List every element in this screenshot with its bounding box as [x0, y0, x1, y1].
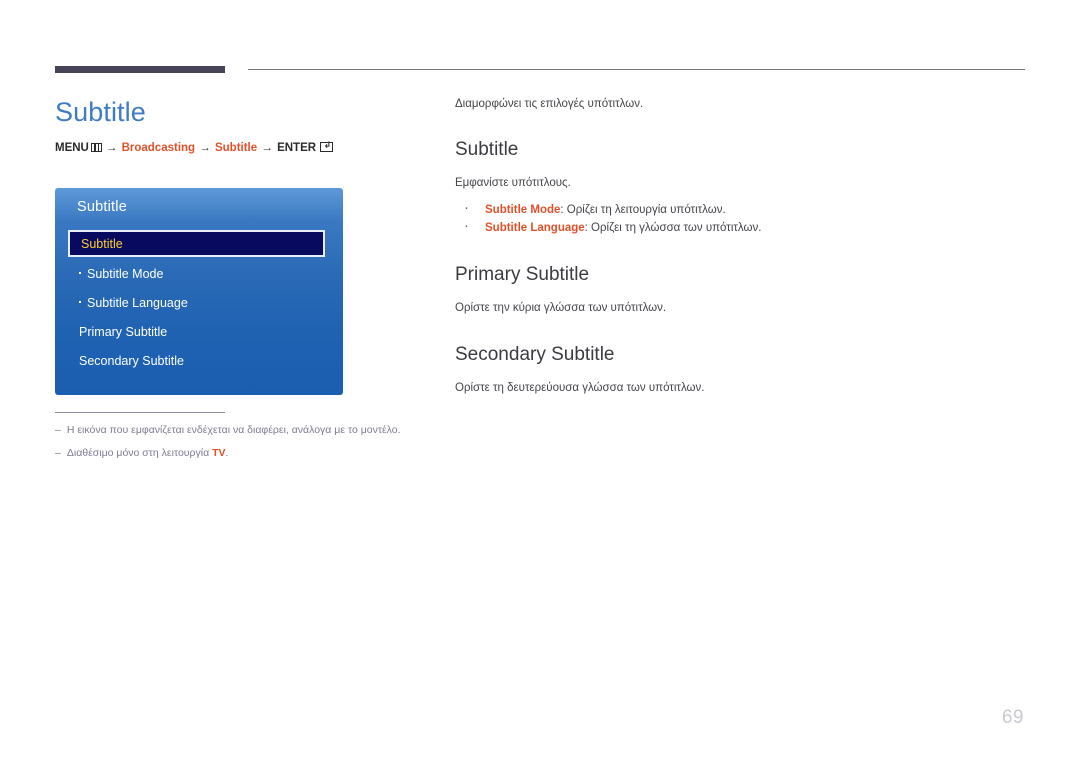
note-item: – Διαθέσιμο μόνο στη λειτουργία TV. — [55, 445, 455, 461]
menu-grid-icon — [90, 143, 102, 152]
menu-path-item-broadcasting: Broadcasting — [121, 142, 196, 154]
header-rule-thick — [55, 66, 225, 73]
bullet-item: Subtitle Mode: Ορίζει τη λειτουργία υπότ… — [455, 199, 1030, 219]
right-column: Διαμορφώνει τις επιλογές υπότιτλων. Subt… — [455, 96, 1030, 397]
osd-bullet-dot — [79, 301, 81, 303]
menu-path-arrow-1: → — [105, 142, 118, 154]
page-number: 69 — [1001, 707, 1024, 728]
note-highlight-tv: TV — [212, 447, 226, 459]
left-column: Subtitle MENU → Broadcasting → Subtitle →… — [55, 96, 415, 155]
intro-paragraph: Διαμορφώνει τις επιλογές υπότιτλων. — [455, 98, 644, 110]
note-text: Η εικόνα που εμφανίζεται ενδέχεται να δι… — [66, 424, 401, 436]
note-item: – Η εικόνα που εμφανίζεται ενδέχεται να δ… — [55, 422, 455, 438]
menu-path-arrow-3: → — [261, 142, 273, 154]
menu-path-arrow-2: → — [199, 142, 211, 154]
bullet-item: Subtitle Language: Ορίζει τη γλώσσα των … — [455, 217, 1030, 237]
menu-path-breadcrumb: MENU → Broadcasting → Subtitle → ENTER ↲ — [55, 141, 415, 155]
page-title: Subtitle — [55, 97, 146, 127]
section-body-secondary-subtitle: Ορίστε τη δευτερεύουσα γλώσσα των υπότιτ… — [455, 382, 705, 394]
notes-separator — [55, 412, 225, 413]
bullet-desc: : Ορίζει τη γλώσσα των υπότιτλων. — [584, 222, 762, 234]
section-heading-primary-subtitle: Primary Subtitle — [455, 264, 590, 285]
osd-item-subtitle-mode[interactable]: Subtitle Mode — [55, 260, 343, 289]
section-heading-secondary-subtitle: Secondary Subtitle — [455, 344, 615, 365]
note-dash: – — [55, 447, 61, 459]
section-body-subtitle: Εμφανίστε υπότιτλους. — [455, 177, 571, 189]
section-body-primary-subtitle: Ορίστε την κύρια γλώσσα των υπότιτλων. — [455, 302, 667, 314]
header-rule-thin — [248, 69, 1025, 70]
section-heading-subtitle: Subtitle — [455, 139, 519, 160]
osd-item-label: Primary Subtitle — [79, 325, 168, 339]
bullet-desc: : Ορίζει τη λειτουργία υπότιτλων. — [560, 204, 726, 216]
osd-panel-title: Subtitle — [77, 199, 127, 215]
osd-item-label: Secondary Subtitle — [79, 354, 184, 368]
bullet-term: Subtitle Language — [485, 222, 585, 234]
menu-path-enter-label: ENTER — [277, 142, 317, 154]
notes-block: – Η εικόνα που εμφανίζεται ενδέχεται να δ… — [55, 412, 455, 468]
menu-path-menu-label: MENU — [55, 142, 89, 154]
osd-item-primary-subtitle[interactable]: Primary Subtitle — [55, 318, 343, 347]
osd-menu-panel: Subtitle Subtitle Subtitle Mode Subtitle… — [55, 188, 343, 395]
osd-item-label: Subtitle Language — [87, 296, 188, 310]
menu-path-item-subtitle: Subtitle — [214, 142, 258, 154]
bullet-term: Subtitle Mode — [485, 204, 561, 216]
section-bullets-subtitle: Subtitle Mode: Ορίζει τη λειτουργία υπότ… — [455, 199, 1030, 237]
note-text: Διαθέσιμο μόνο στη λειτουργία — [66, 447, 213, 459]
osd-item-subtitle[interactable]: Subtitle — [68, 230, 325, 257]
note-text-tail: . — [225, 447, 229, 459]
osd-item-label: Subtitle Mode — [87, 267, 164, 281]
osd-item-secondary-subtitle[interactable]: Secondary Subtitle — [55, 347, 343, 376]
osd-menu-list: Subtitle Subtitle Mode Subtitle Language… — [55, 230, 343, 376]
note-dash: – — [55, 424, 61, 436]
osd-item-label: Subtitle — [81, 237, 123, 251]
osd-item-subtitle-language[interactable]: Subtitle Language — [55, 289, 343, 318]
enter-return-icon: ↲ — [320, 142, 334, 152]
osd-bullet-dot — [79, 272, 81, 274]
